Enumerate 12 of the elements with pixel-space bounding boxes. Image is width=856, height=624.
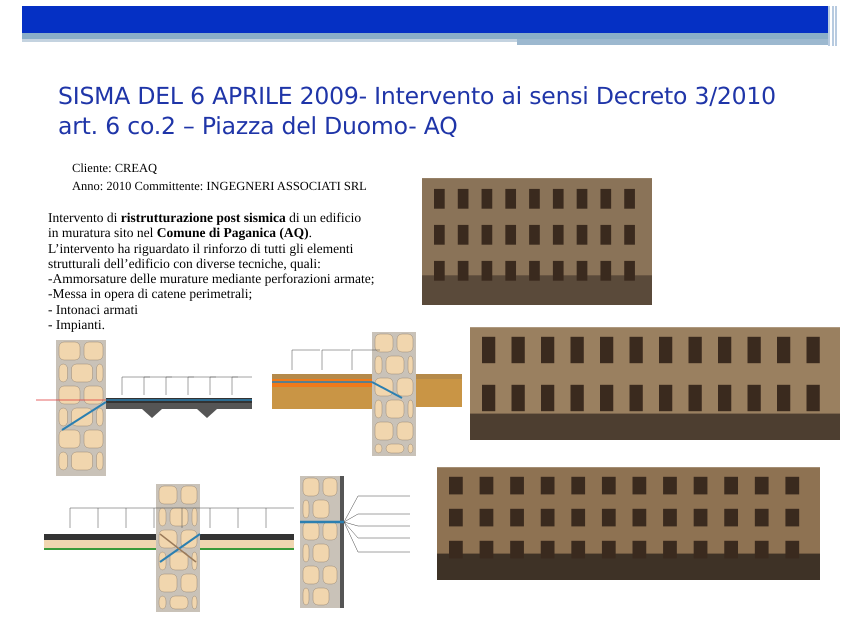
slide-title-line: SISMA DEL 6 APRILE 2009- Intervento ai sensi Decreto 3/2010	[58, 82, 776, 110]
description-line: Intervento di ristrutturazione post sismica di un edificio	[48, 210, 362, 226]
description-line: - Impianti.	[48, 317, 106, 332]
description-line: in muratura sito nel Comune di Paganica (AQ).	[48, 225, 313, 241]
description-line: -Messa in opera di catene perimetrali;	[48, 286, 254, 302]
slide-title-line: art. 6 co.2 – Piazza del Duomo- AQ	[58, 112, 459, 140]
description-line: L’intervento ha riguardato il rinforzo di tutti gli elementi	[48, 240, 354, 256]
description-line: -Ammorsature delle murature mediante perforazioni armate;	[48, 271, 374, 286]
description-line: - Intonaci armati	[48, 302, 139, 318]
description-line: strutturali dell’edificio con diverse tecniche, quali:	[48, 256, 322, 272]
project-info-line: Anno: 2010 Committente: INGEGNERI ASSOCIATI SRL	[72, 178, 367, 194]
project-info-line: Cliente: CREAQ	[72, 160, 158, 176]
